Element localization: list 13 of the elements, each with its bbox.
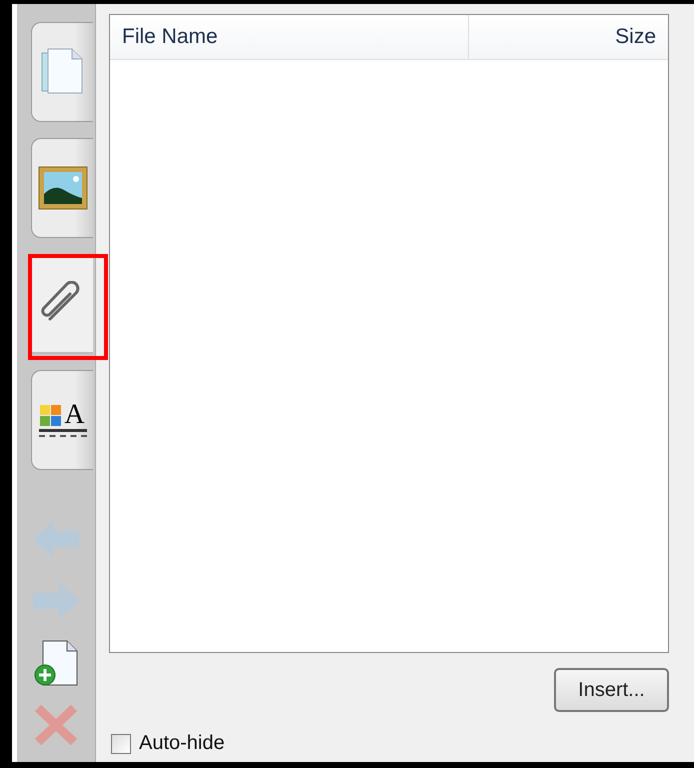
delete-x-icon — [34, 704, 78, 746]
insert-button[interactable]: Insert... — [554, 668, 669, 712]
pages-tab[interactable] — [31, 22, 93, 122]
auto-hide-checkbox[interactable] — [111, 734, 131, 754]
picture-tab[interactable] — [31, 138, 93, 238]
auto-hide-label: Auto-hide — [139, 732, 225, 755]
column-header[interactable]: Size — [469, 15, 668, 59]
column-header[interactable]: File Name — [110, 15, 469, 59]
landscape-picture-icon — [38, 166, 88, 210]
text-style-tab[interactable]: A — [31, 370, 93, 470]
file-list[interactable]: File Name Size — [109, 14, 669, 653]
add-page-icon — [33, 639, 79, 687]
add-page-button[interactable] — [33, 639, 79, 687]
